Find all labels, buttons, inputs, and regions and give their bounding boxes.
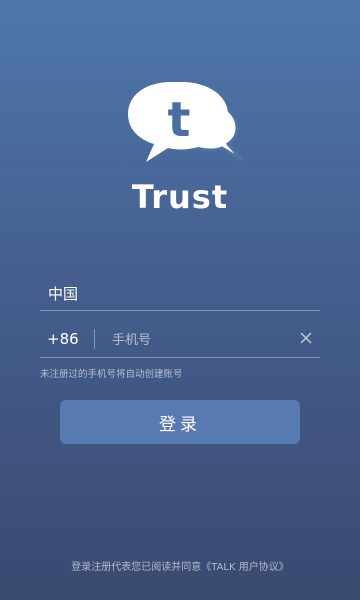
country-selector[interactable]: 中国 (40, 282, 320, 311)
login-form: 中国 +86 未注册过的手机号将自动创建账号 (40, 282, 320, 380)
logo-area: t Trust (0, 78, 360, 218)
country-label: 中国 (48, 285, 79, 303)
divider (94, 329, 95, 349)
agreement-text[interactable]: 登录注册代表您已阅读并同意《TALK 用户协议》 (0, 558, 360, 573)
phone-input[interactable] (110, 327, 284, 353)
logo-letter: t (168, 92, 191, 148)
phone-row: +86 (40, 325, 320, 358)
close-icon[interactable] (298, 330, 314, 346)
chat-bubble-logo-icon: t (128, 82, 244, 162)
phone-hint: 未注册过的手机号将自动创建账号 (40, 369, 183, 380)
login-button[interactable]: 登录 (60, 400, 300, 444)
country-code[interactable]: +86 (47, 329, 79, 349)
brand-name: Trust (131, 178, 229, 216)
